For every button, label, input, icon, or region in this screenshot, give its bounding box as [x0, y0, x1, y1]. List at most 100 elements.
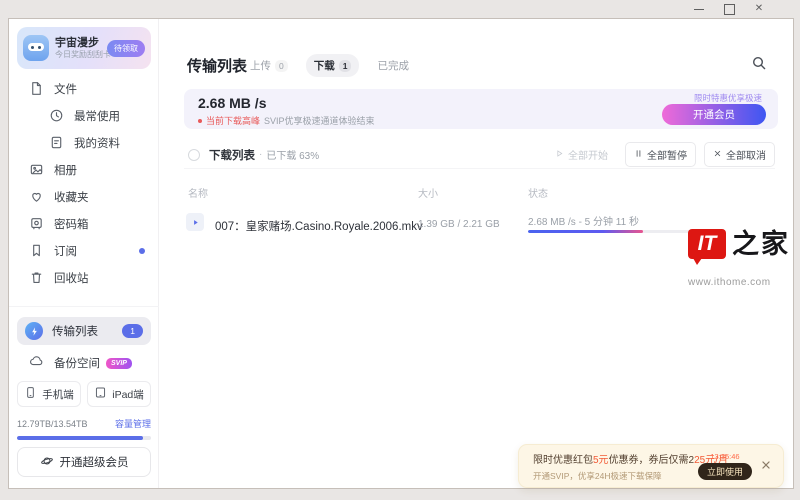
sidebar-item-backup-space[interactable]: 备份空间 SVIP	[17, 351, 151, 375]
tab-label: 上传	[250, 58, 271, 73]
x-icon	[713, 149, 722, 161]
start-all-button[interactable]: 全部开始	[546, 142, 617, 167]
svip-badge: SVIP	[106, 358, 132, 369]
phone-client-button[interactable]: 手机端	[17, 381, 81, 407]
album-icon	[29, 162, 44, 177]
planet-icon	[40, 454, 54, 471]
ipad-client-button[interactable]: iPad端	[87, 381, 151, 407]
main-panel: 传输列表 上传 0 下载 1 已完成 2.68 MB /s	[160, 19, 793, 488]
use-now-button[interactable]: 立即使用	[698, 463, 752, 480]
device-button-label: iPad端	[112, 387, 144, 402]
toast-headline: 限时优惠红包5元优惠券，券后仅需225元/月	[533, 451, 695, 466]
maximize-icon[interactable]	[722, 3, 736, 15]
file-progress-bar	[528, 230, 710, 233]
transfer-tabs: 上传 0 下载 1 已完成	[242, 54, 417, 77]
select-all-checkbox[interactable]	[188, 149, 200, 161]
tab-label: 下载	[314, 58, 335, 73]
file-size: 1.39 GB / 2.21 GB	[418, 219, 500, 230]
countdown-timer: 13:35:46	[697, 452, 753, 461]
sidebar-item-albums[interactable]: 相册	[9, 156, 159, 183]
sidebar-item-recycle-bin[interactable]: 回收站	[9, 264, 159, 291]
ithome-watermark: IT 之家 www.ithome.com	[688, 229, 800, 288]
close-icon[interactable]: ✕	[752, 3, 766, 15]
profile-icon	[49, 135, 64, 150]
sidebar-item-subscriptions[interactable]: 订阅	[9, 237, 159, 264]
sidebar-item-label: 最常使用	[74, 108, 120, 124]
claim-badge[interactable]: 待领取	[107, 40, 145, 57]
peak-alert: 当前下载高峰	[206, 114, 260, 127]
action-label: 全部暂停	[647, 147, 687, 162]
open-membership-button[interactable]: 开通会员	[662, 104, 766, 125]
sidebar-item-label: 相册	[54, 162, 77, 178]
device-buttons: 手机端 iPad端	[17, 381, 151, 407]
table-row[interactable]: 007：皇家赌场.Casino.Royale.2006.mkv 1.39 GB …	[184, 205, 775, 245]
app-screen: ✕ 宇宙漫步 今日奖励刮刮卡 待领取 文件 最常使用	[0, 0, 800, 500]
trash-icon	[29, 270, 44, 285]
ithome-logo: IT	[688, 229, 726, 259]
sidebar-item-label: 收藏夹	[54, 189, 89, 205]
app-window: 宇宙漫步 今日奖励刮刮卡 待领取 文件 最常使用 我的资料	[8, 18, 794, 489]
sidebar-item-label: 备份空间	[54, 355, 100, 371]
toast-text-segment: 优惠券，券后仅需2	[609, 455, 695, 466]
sidebar-item-label: 回收站	[54, 270, 89, 286]
storage-usage: 12.79TB/13.54TB	[17, 419, 88, 429]
user-card[interactable]: 宇宙漫步 今日奖励刮刮卡 待领取	[17, 27, 151, 69]
tab-upload[interactable]: 上传 0	[242, 54, 296, 77]
sidebar-item-favorites[interactable]: 收藏夹	[9, 183, 159, 210]
tab-label: 已完成	[377, 58, 409, 73]
sidebar-item-label: 传输列表	[52, 323, 122, 339]
download-list-title: 下载列表	[209, 147, 255, 163]
sidebar-divider	[9, 306, 159, 307]
page-title: 传输列表	[187, 55, 247, 76]
separator-dot: ·	[259, 149, 262, 160]
file-name: 007：皇家赌场.Casino.Royale.2006.mkv	[215, 218, 423, 234]
file-icon	[29, 81, 44, 96]
ithome-brand-text: 之家	[732, 229, 790, 261]
minimize-icon[interactable]	[692, 3, 706, 15]
user-subtitle: 今日奖励刮刮卡	[55, 50, 111, 60]
bookmark-icon	[29, 243, 44, 258]
storage-manage-link[interactable]: 容量管理	[115, 417, 151, 430]
cancel-all-button[interactable]: 全部取消	[704, 142, 775, 167]
tab-download[interactable]: 下载 1	[306, 54, 360, 77]
downloaded-percent-text: 已下载 63%	[266, 147, 319, 162]
titlebar: ✕	[0, 0, 800, 18]
action-label: 全部取消	[726, 147, 766, 162]
upgrade-membership-button[interactable]: 开通超级会员	[17, 447, 151, 477]
avatar	[23, 35, 49, 61]
column-name: 名称	[188, 185, 208, 200]
sidebar-item-transfer-list[interactable]: 传输列表 1	[17, 317, 151, 345]
upgrade-button-label: 开通超级会员	[60, 454, 129, 470]
speed-banner: 2.68 MB /s 当前下载高峰 SVIP优享极速通道体验结束 限时特惠优享极…	[184, 89, 778, 129]
search-icon[interactable]	[751, 55, 769, 73]
alert-dot-icon	[198, 119, 202, 123]
device-button-label: 手机端	[42, 387, 74, 402]
resume-play-icon[interactable]	[186, 213, 204, 231]
toast-price-coupon: 5元	[593, 455, 609, 466]
tab-completed[interactable]: 已完成	[369, 54, 417, 77]
sidebar-item-my-docs[interactable]: 我的资料	[9, 129, 159, 156]
file-status: 2.68 MB /s - 5 分钟 11 秒	[528, 213, 639, 228]
sidebar-item-label: 密码箱	[54, 216, 89, 232]
action-label: 全部开始	[568, 147, 608, 162]
heart-icon	[29, 189, 44, 204]
current-speed: 2.68 MB /s	[198, 95, 266, 111]
tablet-icon	[94, 386, 107, 402]
promo-hint: 限时特惠优享极速	[694, 92, 762, 104]
sidebar-item-recent[interactable]: 最常使用	[9, 102, 159, 129]
sidebar-item-vault[interactable]: 密码箱	[9, 210, 159, 237]
storage-section: 12.79TB/13.54TB 容量管理	[17, 417, 151, 440]
phone-icon	[24, 386, 37, 402]
toast-text-segment: 限时优惠红包	[533, 455, 593, 466]
promo-toast: 限时优惠红包5元优惠券，券后仅需225元/月 开通SVIP，优享24H极速下载保…	[518, 444, 784, 488]
ithome-url: www.ithome.com	[688, 277, 800, 288]
sidebar-item-label: 我的资料	[74, 135, 120, 151]
toast-subline: 开通SVIP，优享24H极速下载保障	[533, 470, 695, 482]
pause-all-button[interactable]: 全部暂停	[625, 142, 696, 167]
download-list-controls: 下载列表 · 已下载 63% 全部开始 全部暂停 全部取消	[184, 147, 775, 169]
safe-icon	[29, 216, 44, 231]
tab-count: 0	[275, 60, 288, 72]
toast-close-icon[interactable]	[759, 458, 775, 474]
play-icon	[555, 149, 564, 161]
sidebar-item-files[interactable]: 文件	[9, 75, 159, 102]
